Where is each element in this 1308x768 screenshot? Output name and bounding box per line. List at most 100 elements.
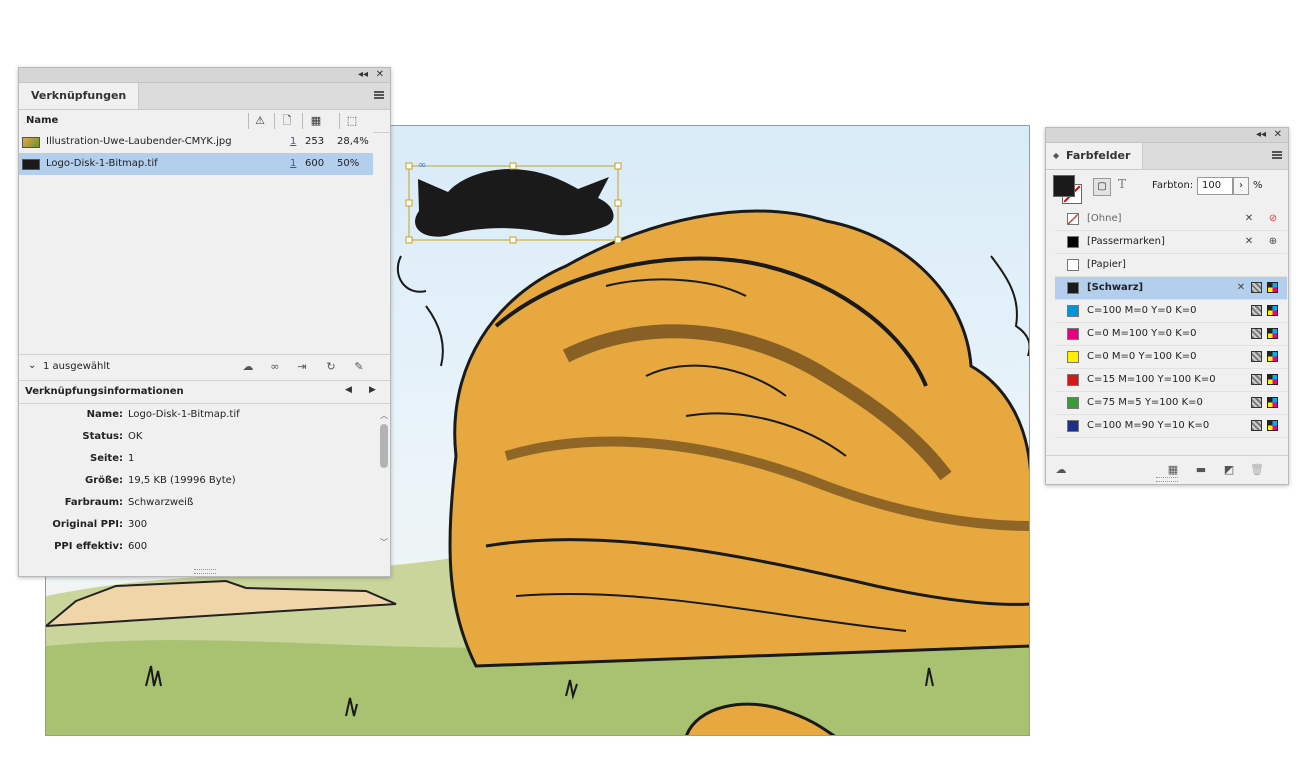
- process-color-icon: [1251, 397, 1262, 408]
- scale-icon[interactable]: ⬚: [345, 114, 359, 128]
- swatch-row-magenta[interactable]: C=0 M=100 Y=0 K=0: [1055, 323, 1287, 346]
- links-status-bar: ⌄ 1 ausgewählt ☁ ∞ ⇥ ↻ ✎: [19, 354, 390, 379]
- link-page-number[interactable]: 1: [290, 153, 296, 175]
- swatch-chip: [1067, 397, 1079, 409]
- cc-library-icon[interactable]: ☁: [240, 359, 256, 375]
- tint-label: Farbton:: [1152, 180, 1194, 191]
- swatch-row-none[interactable]: [Ohne] ✕ ⊘: [1055, 208, 1287, 231]
- cc-library-icon[interactable]: ☁: [1054, 464, 1068, 476]
- update-link-icon[interactable]: ↻: [323, 359, 339, 375]
- no-edit-icon: ✕: [1236, 282, 1246, 293]
- collapse-panel-button[interactable]: ◂◂: [1256, 128, 1266, 142]
- fill-color-box[interactable]: [1053, 175, 1075, 197]
- link-info-title: Verknüpfungsinformationen: [25, 386, 184, 397]
- swatch-row-cyan[interactable]: C=100 M=0 Y=0 K=0: [1055, 300, 1287, 323]
- edit-original-icon[interactable]: ✎: [351, 359, 367, 375]
- link-scale: 28,4%: [337, 136, 369, 147]
- ppi-grid-icon[interactable]: ▦: [309, 114, 323, 128]
- tint-unit: %: [1253, 180, 1263, 191]
- swatches-panel-topbar[interactable]: ◂◂ ✕: [1046, 128, 1288, 143]
- container-format-button[interactable]: ▢: [1093, 178, 1111, 196]
- goto-link-icon[interactable]: ⇥: [294, 359, 310, 375]
- no-edit-icon: ✕: [1244, 213, 1254, 224]
- info-row: Farbraum: Schwarzweiß: [19, 492, 379, 514]
- swatch-name: C=75 M=5 Y=100 K=0: [1087, 397, 1203, 408]
- swatch-row-green[interactable]: C=75 M=5 Y=100 K=0: [1055, 392, 1287, 415]
- info-value: Logo-Disk-1-Bitmap.tif: [128, 409, 240, 420]
- new-color-group-icon[interactable]: ▬: [1194, 464, 1208, 476]
- chevron-down-icon[interactable]: ⌄: [28, 360, 36, 371]
- swatches-tab-row: ◆ Farbfelder: [1046, 143, 1288, 170]
- swatch-row-paper[interactable]: [Papier]: [1055, 254, 1287, 277]
- cmyk-mode-icon: [1267, 328, 1278, 339]
- cmyk-mode-icon: [1267, 282, 1278, 293]
- tab-swatches[interactable]: ◆ Farbfelder: [1046, 143, 1144, 169]
- swatch-chip: [1067, 328, 1079, 340]
- swatches-panel: ◂◂ ✕ ◆ Farbfelder ▢ T Farbton: 100 › % […: [1045, 127, 1289, 485]
- column-name-header[interactable]: Name: [26, 115, 58, 126]
- swatch-name: [Passermarken]: [1087, 236, 1165, 247]
- swatch-name: [Schwarz]: [1087, 282, 1144, 293]
- scroll-down-icon[interactable]: ﹀: [380, 537, 388, 548]
- resize-grip[interactable]: [1156, 477, 1178, 482]
- panel-menu-icon[interactable]: [1272, 151, 1282, 159]
- link-row[interactable]: Logo-Disk-1-Bitmap.tif 1 600 50%: [19, 153, 373, 175]
- swatches-title: Farbfelder: [1066, 149, 1131, 162]
- text-format-icon[interactable]: T: [1118, 177, 1126, 191]
- swatch-row-registration[interactable]: [Passermarken] ✕ ⊕: [1055, 231, 1287, 254]
- links-panel-topbar[interactable]: ◂◂ ✕: [19, 68, 390, 83]
- swatch-chip: [1067, 374, 1079, 386]
- sort-arrows-icon: ◆: [1053, 151, 1060, 160]
- delete-swatch-icon[interactable]: 🗑: [1250, 464, 1264, 476]
- process-color-icon: [1251, 351, 1262, 362]
- swatch-chip: [1067, 351, 1079, 363]
- swatch-row-yellow[interactable]: C=0 M=0 Y=100 K=0: [1055, 346, 1287, 369]
- swatch-row-black[interactable]: [Schwarz] ✕: [1055, 277, 1287, 300]
- info-key: Original PPI:: [52, 519, 123, 530]
- swatch-row-red[interactable]: C=15 M=100 Y=100 K=0: [1055, 369, 1287, 392]
- process-color-icon: [1251, 282, 1262, 293]
- new-swatch-icon[interactable]: ◩: [1222, 464, 1236, 476]
- close-panel-button[interactable]: ✕: [376, 68, 384, 82]
- tab-links[interactable]: Verknüpfungen: [19, 83, 140, 109]
- link-ppi: 253: [305, 136, 325, 147]
- swatch-name: [Papier]: [1087, 259, 1126, 270]
- none-indicator-icon: ⊘: [1268, 213, 1278, 224]
- swatch-chip: [1067, 213, 1079, 225]
- tint-input[interactable]: 100: [1197, 177, 1233, 195]
- column-separator: [302, 113, 303, 129]
- scroll-up-icon[interactable]: ︿: [380, 410, 388, 421]
- swatch-chip: [1067, 305, 1079, 317]
- link-page-number[interactable]: 1: [290, 131, 296, 153]
- resize-grip[interactable]: [194, 569, 216, 574]
- relink-icon[interactable]: ∞: [267, 359, 283, 375]
- show-swatch-kinds-icon[interactable]: ▦: [1166, 464, 1180, 476]
- registration-icon: ⊕: [1268, 236, 1278, 247]
- collapse-panel-button[interactable]: ◂◂: [358, 68, 368, 82]
- link-info-header: Verknüpfungsinformationen ◀ ▶: [19, 380, 390, 404]
- swatch-row-blue[interactable]: C=100 M=90 Y=10 K=0: [1055, 415, 1287, 438]
- swatch-name: C=0 M=0 Y=100 K=0: [1087, 351, 1197, 362]
- swatch-chip: [1067, 259, 1079, 271]
- info-key: Status:: [82, 431, 123, 442]
- cmyk-mode-icon: [1267, 374, 1278, 385]
- link-row[interactable]: Illustration-Uwe-Laubender-CMYK.jpg 1 25…: [19, 131, 373, 153]
- scrollbar-thumb[interactable]: [380, 424, 388, 468]
- page-icon[interactable]: 🗋: [280, 114, 294, 128]
- next-link-icon[interactable]: ▶: [369, 385, 376, 395]
- previous-link-icon[interactable]: ◀: [345, 385, 352, 395]
- warning-icon[interactable]: ⚠: [253, 114, 267, 128]
- info-value: 19,5 KB (19996 Byte): [128, 475, 236, 486]
- info-value: 1: [128, 453, 135, 464]
- link-scale: 50%: [337, 158, 360, 169]
- info-key: Seite:: [90, 453, 123, 464]
- info-row: Größe: 19,5 KB (19996 Byte): [19, 470, 379, 492]
- swatch-name: C=15 M=100 Y=100 K=0: [1087, 374, 1216, 385]
- close-panel-button[interactable]: ✕: [1274, 128, 1282, 142]
- info-key: Name:: [86, 409, 123, 420]
- panel-menu-icon[interactable]: [374, 91, 384, 99]
- tint-slider-toggle[interactable]: ›: [1233, 177, 1249, 195]
- swatch-chip: [1067, 282, 1079, 294]
- link-name: Logo-Disk-1-Bitmap.tif: [46, 158, 158, 169]
- info-scrollbar[interactable]: ︿ ﹀: [379, 410, 389, 548]
